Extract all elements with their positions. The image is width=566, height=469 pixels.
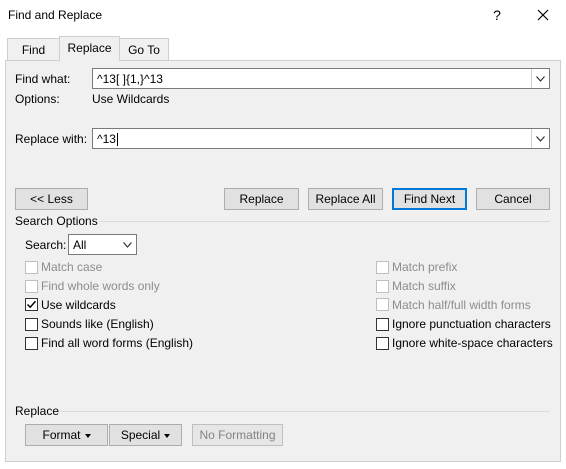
format-button-label: Format [42, 428, 81, 442]
special-button-label: Special [120, 428, 161, 442]
find-what-input[interactable]: ^13[ ]{1,}^13 [92, 68, 550, 89]
match-case-label: Match case [41, 260, 103, 274]
ignore-whitespace-label[interactable]: Ignore white-space characters [392, 336, 553, 350]
chevron-down-icon [536, 75, 545, 82]
dropdown-caret-icon [164, 433, 171, 438]
replace-with-value-wrap: ^13 [97, 132, 118, 147]
match-suffix-checkbox [376, 280, 389, 293]
tab-find[interactable]: Find [7, 38, 60, 60]
tab-replace-label: Replace [67, 41, 112, 55]
options-label: Options: [15, 92, 60, 106]
text-cursor [116, 133, 118, 147]
find-what-value: ^13[ ]{1,}^13 [97, 72, 163, 86]
match-suffix-label: Match suffix [392, 279, 456, 293]
replace-all-button[interactable]: Replace All [308, 188, 383, 210]
close-icon [537, 9, 549, 21]
ignore-punctuation-checkbox[interactable] [376, 318, 389, 331]
less-button[interactable]: << Less [15, 188, 88, 210]
half-full-width-checkbox [376, 298, 389, 311]
search-direction-label: Search: [25, 238, 67, 252]
options-value: Use Wildcards [92, 92, 170, 106]
checkmark-icon [26, 300, 37, 309]
whole-words-checkbox [25, 280, 38, 293]
use-wildcards-checkbox[interactable] [25, 298, 38, 311]
cancel-button[interactable]: Cancel [476, 188, 550, 210]
search-direction-select[interactable]: All [68, 234, 137, 255]
match-prefix-checkbox [376, 261, 389, 274]
search-direction-value: All [73, 238, 87, 252]
replace-section-divider [60, 411, 550, 412]
ignore-whitespace-checkbox[interactable] [376, 337, 389, 350]
sounds-like-label[interactable]: Sounds like (English) [41, 317, 154, 331]
match-case-checkbox [25, 261, 38, 274]
match-prefix-label: Match prefix [392, 260, 458, 274]
replace-button[interactable]: Replace [224, 188, 299, 210]
tab-goto-label: Go To [128, 43, 160, 57]
special-button[interactable]: Special [109, 424, 182, 446]
chevron-down-icon [123, 241, 132, 248]
format-button[interactable]: Format [25, 424, 108, 446]
word-forms-label[interactable]: Find all word forms (English) [41, 336, 193, 350]
replace-with-value: ^13 [97, 132, 116, 146]
find-what-label: Find what: [15, 72, 71, 86]
whole-words-label: Find whole words only [41, 279, 160, 293]
sounds-like-checkbox[interactable] [25, 318, 38, 331]
help-button[interactable]: ? [484, 4, 510, 26]
search-direction-dropdown[interactable] [119, 235, 136, 254]
tab-goto[interactable]: Go To [119, 38, 169, 60]
no-formatting-button: No Formatting [192, 424, 283, 446]
tab-find-label: Find [21, 43, 46, 57]
search-options-divider [100, 221, 550, 222]
use-wildcards-label[interactable]: Use wildcards [41, 298, 116, 312]
replace-section-heading: Replace [15, 404, 60, 418]
ignore-punctuation-label[interactable]: Ignore punctuation characters [392, 317, 551, 331]
replace-with-input[interactable]: ^13 [92, 128, 550, 149]
chevron-down-icon [536, 135, 545, 142]
window-title: Find and Replace [8, 8, 103, 22]
find-next-button[interactable]: Find Next [392, 188, 467, 210]
replace-with-label: Replace with: [15, 132, 88, 146]
close-button[interactable] [530, 4, 556, 26]
search-options-heading: Search Options [15, 214, 98, 228]
word-forms-checkbox[interactable] [25, 337, 38, 350]
half-full-width-label: Match half/full width forms [392, 298, 531, 312]
replace-dropdown-button[interactable] [531, 129, 549, 148]
dropdown-caret-icon [84, 433, 91, 438]
find-dropdown-button[interactable] [531, 69, 549, 88]
tab-replace[interactable]: Replace [59, 36, 120, 61]
